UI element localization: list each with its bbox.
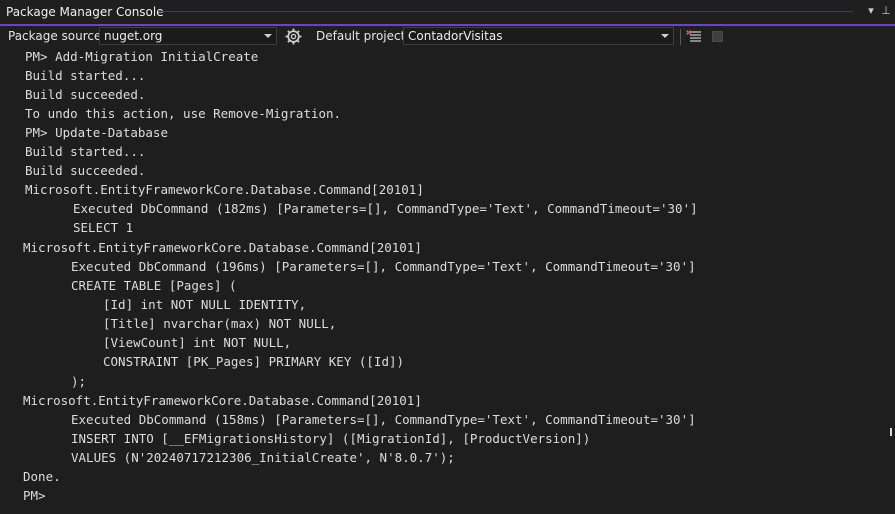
console-line: Build started...: [25, 68, 146, 83]
package-source-dropdown[interactable]: nuget.org: [99, 27, 277, 45]
console-line: Build started...: [25, 144, 146, 159]
console-line: Microsoft.EntityFrameworkCore.Database.C…: [23, 393, 422, 408]
tool-window-titlebar: Package Manager Console ▾ ⊥: [0, 0, 895, 24]
console-line: CONSTRAINT [PK_Pages] PRIMARY KEY ([Id]): [103, 354, 405, 369]
console-line: Executed DbCommand (158ms) [Parameters=[…: [71, 412, 696, 427]
console-line: PM> Add-Migration InitialCreate: [25, 49, 259, 64]
console-line: SELECT 1: [73, 220, 134, 235]
console-line: Microsoft.EntityFrameworkCore.Database.C…: [23, 240, 422, 255]
console-line: Microsoft.EntityFrameworkCore.Database.C…: [25, 182, 424, 197]
console-line: Executed DbCommand (182ms) [Parameters=[…: [73, 201, 698, 216]
window-title: Package Manager Console: [6, 5, 164, 19]
console-output[interactable]: PM> Add-Migration InitialCreate Build st…: [0, 48, 895, 514]
console-line: Build succeeded.: [25, 87, 146, 102]
console-toolbar: Package source: nuget.org Default projec…: [0, 26, 895, 48]
console-line: To undo this action, use Remove-Migratio…: [25, 106, 342, 121]
console-line: VALUES (N'20240717212306_InitialCreate',…: [71, 450, 455, 465]
window-menu-chevron-icon[interactable]: ▾: [864, 3, 878, 19]
console-line: [Title] nvarchar(max) NOT NULL,: [103, 316, 337, 331]
default-project-label: Default project:: [316, 29, 410, 43]
console-line: Done.: [23, 469, 61, 484]
default-project-dropdown[interactable]: ContadorVisitas: [403, 27, 674, 45]
console-line: );: [71, 374, 87, 389]
console-line: Executed DbCommand (196ms) [Parameters=[…: [71, 259, 696, 274]
console-line: [Id] int NOT NULL IDENTITY,: [103, 297, 307, 312]
gear-icon[interactable]: [285, 28, 302, 45]
default-project-value: ContadorVisitas: [408, 29, 503, 43]
console-line: [ViewCount] int NOT NULL,: [103, 335, 292, 350]
console-prompt[interactable]: PM>: [23, 488, 46, 504]
chevron-down-icon: [264, 34, 272, 38]
console-line: INSERT INTO [__EFMigrationsHistory] ([Mi…: [71, 431, 591, 446]
stop-icon[interactable]: [712, 31, 723, 42]
pin-icon[interactable]: ⊥: [879, 3, 893, 19]
chevron-down-icon: [661, 34, 669, 38]
console-line: PM> Update-Database: [25, 125, 168, 140]
console-line: Build succeeded.: [25, 163, 146, 178]
titlebar-grip[interactable]: [158, 11, 853, 12]
package-source-value: nuget.org: [104, 29, 163, 43]
package-source-label: Package source:: [8, 29, 106, 43]
toolbar-separator: [680, 29, 681, 45]
text-cursor-marker: [890, 428, 892, 436]
console-line: CREATE TABLE [Pages] (: [71, 278, 237, 293]
clear-console-icon[interactable]: [686, 29, 702, 45]
